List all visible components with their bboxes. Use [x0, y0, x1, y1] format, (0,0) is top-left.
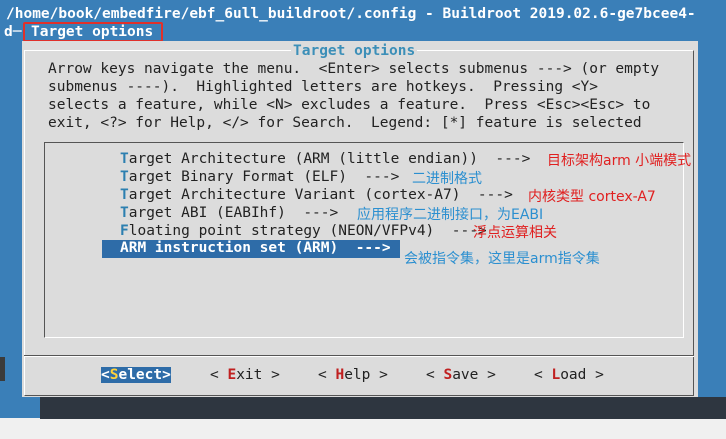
select-button[interactable]: <Select> [101, 367, 171, 383]
hotkey-letter: T [120, 151, 129, 167]
hotkey-letter: L [551, 367, 561, 383]
button-label: elect> [118, 367, 171, 383]
annotation-binary-format: 二进制格式 [412, 171, 482, 187]
help-button[interactable]: < Help > [318, 367, 388, 383]
window-edge [0, 357, 5, 381]
exit-button[interactable]: < Exit > [210, 367, 280, 383]
menu-item-target-architecture-variant[interactable]: Target Architecture Variant (cortex-A7) … [120, 187, 513, 203]
hotkey-letter: S [443, 367, 453, 383]
menu-item-floating-point-strategy[interactable]: Floating point strategy (NEON/VFPv4) ---… [120, 223, 487, 239]
menu-item-label: arget Binary Format (ELF) ---> [128, 169, 400, 185]
annotation-instruction-set: 会被指令集，这里是arm指令集 [404, 251, 600, 267]
menu-item-label: RM instruction set (ARM) ---> [128, 240, 391, 256]
menu-item-target-binary-format[interactable]: Target Binary Format (ELF) ---> [120, 169, 399, 185]
help-text-line-1: Arrow keys navigate the menu. <Enter> se… [48, 61, 660, 77]
menu-item-label: arget Architecture (ARM (little endian))… [128, 151, 531, 167]
menu-item-target-architecture[interactable]: Target Architecture (ARM (little endian)… [120, 151, 530, 167]
load-button[interactable]: < Load > [534, 367, 604, 383]
menu-item-arm-instruction-set[interactable]: ARM instruction set (ARM) ---> [120, 240, 391, 256]
save-button[interactable]: < Save > [426, 367, 496, 383]
desktop-strip [0, 418, 726, 439]
annotation-target-architecture: 目标架构arm 小端模式 [547, 153, 692, 169]
hotkey-letter: T [120, 187, 129, 203]
hotkey-letter: F [120, 223, 129, 239]
button-label: ave > [452, 367, 496, 383]
button-label: xit > [236, 367, 280, 383]
help-text-line-3: selects a feature, while <N> excludes a … [48, 97, 651, 113]
title-prefix: d─ [4, 24, 22, 40]
button-bracket: < [318, 367, 336, 383]
button-bracket: < [210, 367, 228, 383]
hotkey-letter: T [120, 169, 129, 185]
menu-item-target-abi[interactable]: Target ABI (EABIhf) ---> [120, 205, 338, 221]
annotation-target-abi: 应用程序二进制接口，为EABI [357, 207, 544, 223]
button-bracket: < [101, 367, 110, 383]
button-bracket: < [426, 367, 444, 383]
breadcrumb: Target options [31, 24, 154, 40]
menu-item-label: arget Architecture Variant (cortex-A7) -… [128, 187, 513, 203]
hotkey-letter: E [227, 367, 237, 383]
hotkey-letter: H [335, 367, 345, 383]
annotation-floating-point: 浮点运算相关 [473, 225, 557, 241]
hotkey-letter: T [120, 205, 129, 221]
button-label: elp > [344, 367, 388, 383]
annotation-architecture-variant: 内核类型 cortex-A7 [528, 189, 656, 205]
window-title: /home/book/embedfire/ebf_6ull_buildroot/… [6, 6, 696, 22]
help-text-line-2: submenus ----). Highlighted letters are … [48, 79, 598, 95]
hotkey-letter: A [120, 240, 129, 256]
dialog-shadow [40, 397, 726, 419]
dialog-title: Target options [291, 43, 418, 59]
menu-item-label: loating point strategy (NEON/VFPv4) ---> [128, 223, 487, 239]
menu-item-label: arget ABI (EABIhf) ---> [128, 205, 339, 221]
button-bracket: < [534, 367, 552, 383]
help-text-line-4: exit, <?> for Help, </> for Search. Lege… [48, 115, 642, 131]
button-bar-divider-highlight [24, 356, 694, 357]
button-label: oad > [560, 367, 604, 383]
